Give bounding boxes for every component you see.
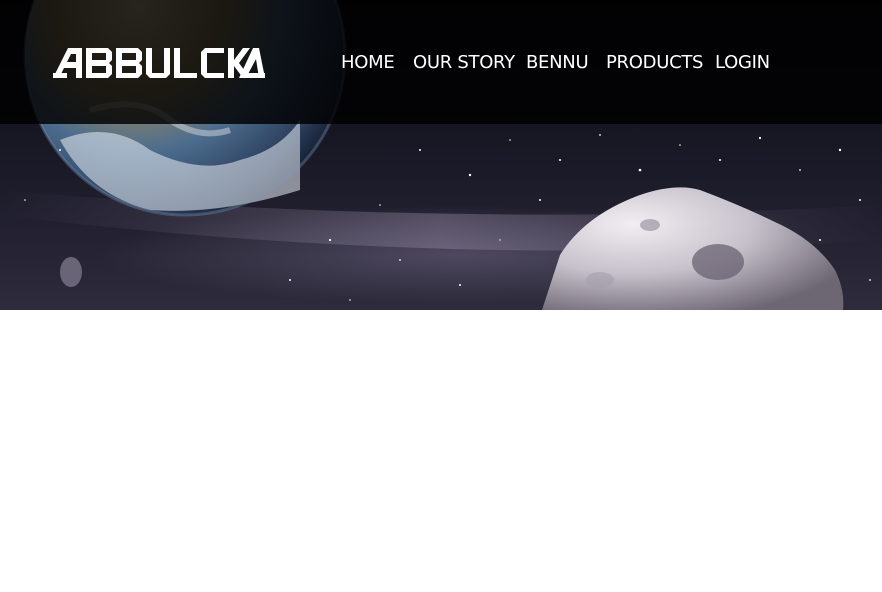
nav-our-story-link[interactable]: OUR STORY <box>413 50 515 76</box>
nav-home-link[interactable]: HOME <box>341 50 395 76</box>
hero-banner: HOME OUR STORY BENNU PRODUCTS LOGIN <box>0 0 882 310</box>
nav-bennu-link[interactable]: BENNU <box>526 50 589 76</box>
nav-products-link[interactable]: PRODUCTS <box>606 50 703 76</box>
page-content-area <box>0 310 882 592</box>
main-navigation: HOME OUR STORY BENNU PRODUCTS LOGIN <box>0 50 882 76</box>
nav-login-link[interactable]: LOGIN <box>715 50 770 76</box>
